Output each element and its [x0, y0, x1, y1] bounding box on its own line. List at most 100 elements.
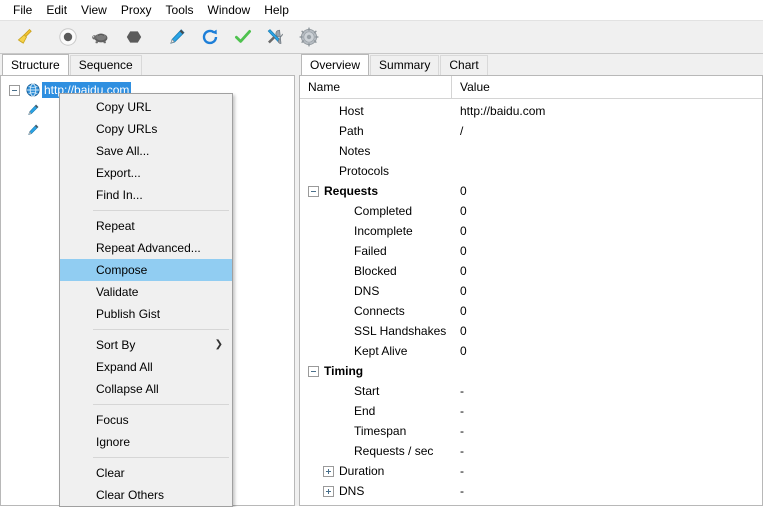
overview-row-label: Requests — [324, 184, 379, 198]
overview-row[interactable]: Duration - — [300, 461, 762, 481]
context-menu-item-copy-urls[interactable]: Copy URLs — [60, 118, 232, 140]
overview-row[interactable]: Timing — [300, 361, 762, 381]
context-menu-item-label: Compose — [96, 263, 148, 277]
context-menu-item-repeat[interactable]: Repeat — [60, 215, 232, 237]
context-menu-item-copy-url[interactable]: Copy URL — [60, 96, 232, 118]
overview-row[interactable]: Timespan - — [300, 421, 762, 441]
overview-row[interactable]: Completed 0 — [300, 201, 762, 221]
marker-pen-icon — [24, 102, 42, 118]
context-menu-item-find-in[interactable]: Find In... — [60, 184, 232, 206]
overview-row[interactable]: Requests / sec - — [300, 441, 762, 461]
context-menu-item-label: Copy URLs — [96, 122, 158, 136]
overview-row-value: - — [460, 444, 464, 458]
overview-row-name-cell: Timing — [300, 364, 452, 378]
context-menu-item-validate[interactable]: Validate — [60, 281, 232, 303]
overview-row-value: 0 — [460, 284, 467, 298]
overview-row[interactable]: Connect- — [300, 501, 762, 505]
overview-row[interactable]: Start - — [300, 381, 762, 401]
context-menu-item-ignore[interactable]: Ignore — [60, 431, 232, 453]
expander-minus-icon[interactable] — [308, 365, 319, 377]
overview-row-name-cell: Blocked — [300, 264, 452, 278]
overview-tree[interactable]: Host http://baidu.com Path / Notes Protocols R… — [300, 99, 762, 505]
overview-row[interactable]: End - — [300, 401, 762, 421]
menu-item-help[interactable]: Help — [257, 1, 296, 19]
context-menu-separator — [93, 457, 229, 458]
overview-row-label: Timing — [324, 364, 364, 378]
overview-row[interactable]: DNS - — [300, 481, 762, 501]
overview-row-label: DNS — [339, 484, 365, 498]
overview-row[interactable]: Blocked 0 — [300, 261, 762, 281]
context-menu-item-compose[interactable]: Compose — [60, 259, 232, 281]
overview-row[interactable]: Protocols — [300, 161, 762, 181]
menu-item-proxy[interactable]: Proxy — [114, 1, 159, 19]
menu-item-view[interactable]: View — [74, 1, 114, 19]
context-menu-item-publish-gist[interactable]: Publish Gist — [60, 303, 232, 325]
overview-row[interactable]: Failed 0 — [300, 241, 762, 261]
marker-pen-icon — [24, 122, 42, 138]
overview-row[interactable]: DNS 0 — [300, 281, 762, 301]
toolbar — [0, 20, 763, 54]
overview-row[interactable]: Kept Alive 0 — [300, 341, 762, 361]
overview-row-label: Failed — [354, 244, 387, 258]
context-menu-item-export[interactable]: Export... — [60, 162, 232, 184]
context-menu-item-save-all[interactable]: Save All... — [60, 140, 232, 162]
overview-row[interactable]: Path / — [300, 121, 762, 141]
tab-structure[interactable]: Structure — [2, 54, 69, 75]
tab-sequence[interactable]: Sequence — [69, 55, 142, 75]
validate-check-icon[interactable] — [226, 23, 259, 51]
overview-row-label: Incomplete — [354, 224, 413, 238]
context-menu-item-clear[interactable]: Clear — [60, 462, 232, 484]
overview-row-value: / — [460, 124, 464, 138]
expander-plus-icon[interactable] — [323, 465, 334, 477]
overview-row[interactable]: SSL Handshakes 0 — [300, 321, 762, 341]
context-menu-item-repeat-advanced[interactable]: Repeat Advanced... — [60, 237, 232, 259]
column-header-value[interactable]: Value — [452, 76, 762, 98]
context-menu-item-expand-all[interactable]: Expand All — [60, 356, 232, 378]
context-menu-item-label: Expand All — [96, 360, 153, 374]
overview-row[interactable]: Requests 0 — [300, 181, 762, 201]
overview-row[interactable]: Notes — [300, 141, 762, 161]
overview-row-name-cell: Protocols — [300, 164, 452, 178]
overview-row[interactable]: Host http://baidu.com — [300, 101, 762, 121]
overview-row-label: Host — [339, 104, 364, 118]
context-menu-item-collapse-all[interactable]: Collapse All — [60, 378, 232, 400]
stop-hexagon-icon[interactable] — [117, 23, 150, 51]
column-header-name[interactable]: Name — [300, 76, 452, 98]
overview-row-name-cell: Duration — [300, 464, 452, 478]
overview-row-label: Completed — [354, 204, 413, 218]
tree-expander-minus-icon[interactable] — [9, 84, 20, 96]
overview-row-label: End — [354, 404, 376, 418]
context-menu-item-clear-others[interactable]: Clear Others — [60, 484, 232, 506]
compose-pen-icon[interactable] — [160, 23, 193, 51]
overview-row[interactable]: Connects 0 — [300, 301, 762, 321]
menu-item-file[interactable]: File — [6, 1, 39, 19]
menu-item-window[interactable]: Window — [201, 1, 258, 19]
tree-child-label[interactable] — [42, 109, 46, 111]
menu-item-edit[interactable]: Edit — [39, 1, 74, 19]
overview-row-name-cell: Requests — [300, 184, 452, 198]
context-menu[interactable]: Copy URL Copy URLs Save All... Export... Fin… — [59, 93, 233, 507]
right-tab-strip: Overview Summary Chart — [299, 54, 763, 75]
clear-broom-icon[interactable] — [8, 23, 41, 51]
context-menu-item-focus[interactable]: Focus — [60, 409, 232, 431]
tree-child-label[interactable] — [42, 129, 46, 131]
tab-overview[interactable]: Overview — [301, 54, 370, 75]
context-menu-item-sort-by[interactable]: Sort By ❯ — [60, 334, 232, 356]
overview-row-label: Notes — [339, 144, 371, 158]
tools-icon[interactable] — [259, 23, 292, 51]
expander-plus-icon[interactable] — [323, 485, 334, 497]
left-tab-strip: Structure Sequence — [0, 54, 295, 75]
tab-chart[interactable]: Chart — [440, 55, 488, 75]
overview-row[interactable]: Incomplete 0 — [300, 221, 762, 241]
context-menu-item-label: Copy URL — [96, 100, 152, 114]
record-icon[interactable] — [51, 23, 84, 51]
repeat-refresh-icon[interactable] — [193, 23, 226, 51]
chevron-right-icon: ❯ — [214, 339, 223, 350]
menu-item-tools[interactable]: Tools — [159, 1, 201, 19]
throttle-turtle-icon[interactable] — [84, 23, 117, 51]
settings-gear-icon[interactable] — [292, 23, 325, 51]
tab-summary[interactable]: Summary — [370, 55, 440, 75]
expander-minus-icon[interactable] — [308, 185, 319, 197]
overview-row-label: Protocols — [339, 164, 390, 178]
context-menu-item-label: Validate — [96, 285, 139, 299]
